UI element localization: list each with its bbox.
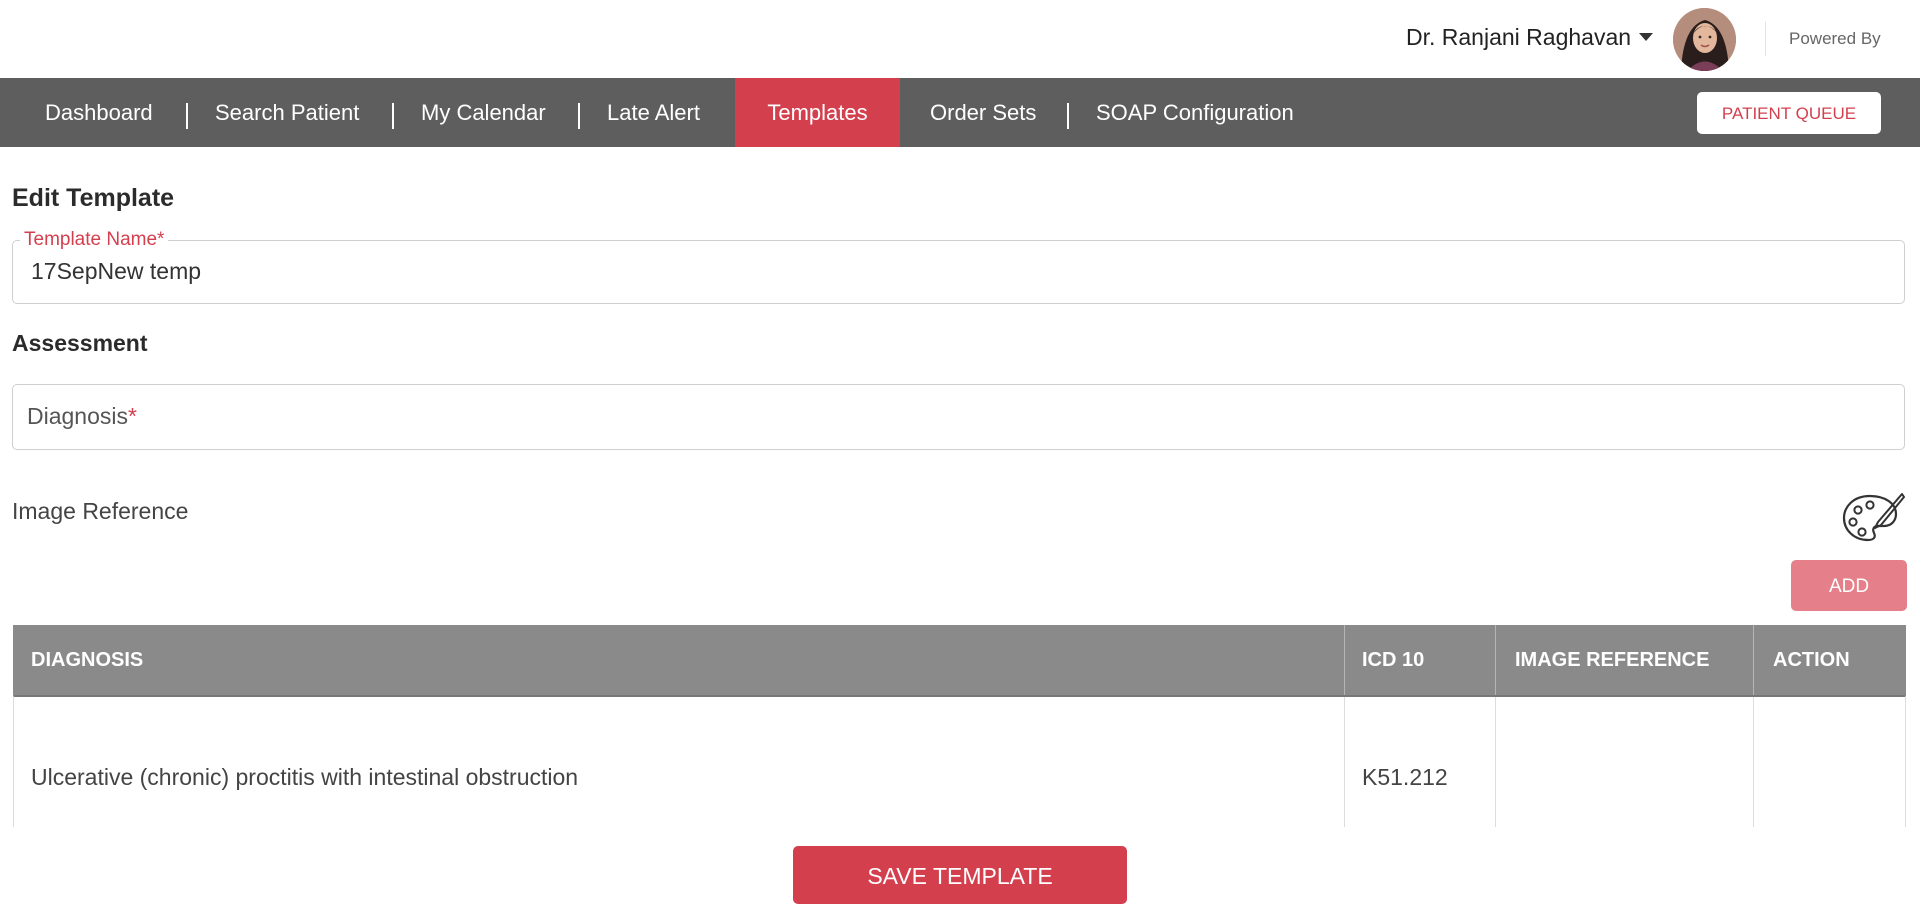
cell-divider [1495,697,1496,827]
caret-down-icon [1639,32,1654,41]
user-menu[interactable]: Dr. Ranjani Raghavan [1406,24,1654,51]
save-template-button[interactable]: SAVE TEMPLATE [793,846,1127,904]
column-divider [1344,625,1345,695]
column-divider [1495,625,1496,695]
template-name-field[interactable] [12,240,1905,304]
required-marker: * [128,403,137,429]
nav-item-my-calendar[interactable]: My Calendar [421,78,546,147]
nav-item-order-sets[interactable]: Order Sets [930,78,1036,147]
page-title: Edit Template [12,184,175,212]
header-divider [1765,22,1766,56]
avatar[interactable] [1673,8,1736,71]
add-diagnosis-button[interactable]: ADD [1791,560,1907,611]
column-header-action: ACTION [1773,649,1850,671]
image-reference-label: Image Reference [12,498,189,524]
nav-item-search-patient[interactable]: Search Patient [215,78,359,147]
diagnosis-table: DIAGNOSIS ICD 10 IMAGE REFERENCE ACTION … [13,625,1906,827]
nav-item-dashboard[interactable]: Dashboard [45,78,153,147]
column-header-image-reference: IMAGE REFERENCE [1515,649,1710,671]
column-header-diagnosis: DIAGNOSIS [31,649,144,671]
nav-item-late-alert[interactable]: Late Alert [607,78,700,147]
main-nav: Dashboard Search Patient My Calendar Lat… [0,78,1920,147]
nav-divider [1067,103,1069,129]
cell-diagnosis: Ulcerative (chronic) proctitis with inte… [31,764,579,790]
cell-icd10: K51.212 [1362,764,1448,790]
patient-queue-button[interactable]: PATIENT QUEUE [1697,92,1881,134]
column-header-icd10: ICD 10 [1362,649,1425,671]
diagnosis-placeholder: Diagnosis [27,403,128,429]
table-row: Ulcerative (chronic) proctitis with inte… [13,695,1906,827]
diagnosis-input[interactable]: Diagnosis* [27,403,137,430]
nav-item-soap-configuration[interactable]: SOAP Configuration [1096,78,1294,147]
cell-divider [1753,697,1754,827]
template-name-label: Template Name* [20,229,169,251]
nav-divider [392,103,394,129]
cell-divider [1344,697,1345,827]
powered-by-text: Powered By [1789,29,1881,48]
user-name: Dr. Ranjani Raghavan [1406,24,1632,50]
nav-divider [186,103,188,129]
table-header: DIAGNOSIS ICD 10 IMAGE REFERENCE ACTION [13,625,1906,695]
column-divider [1753,625,1754,695]
top-header: Dr. Ranjani Raghavan Powered By [0,0,1920,78]
palette-icon[interactable] [1840,490,1906,546]
assessment-heading: Assessment [12,330,148,356]
diagnosis-field[interactable] [12,384,1905,450]
nav-divider [578,103,580,129]
nav-item-templates[interactable]: Templates [735,78,900,147]
template-name-input[interactable]: 17SepNew temp [31,258,201,285]
